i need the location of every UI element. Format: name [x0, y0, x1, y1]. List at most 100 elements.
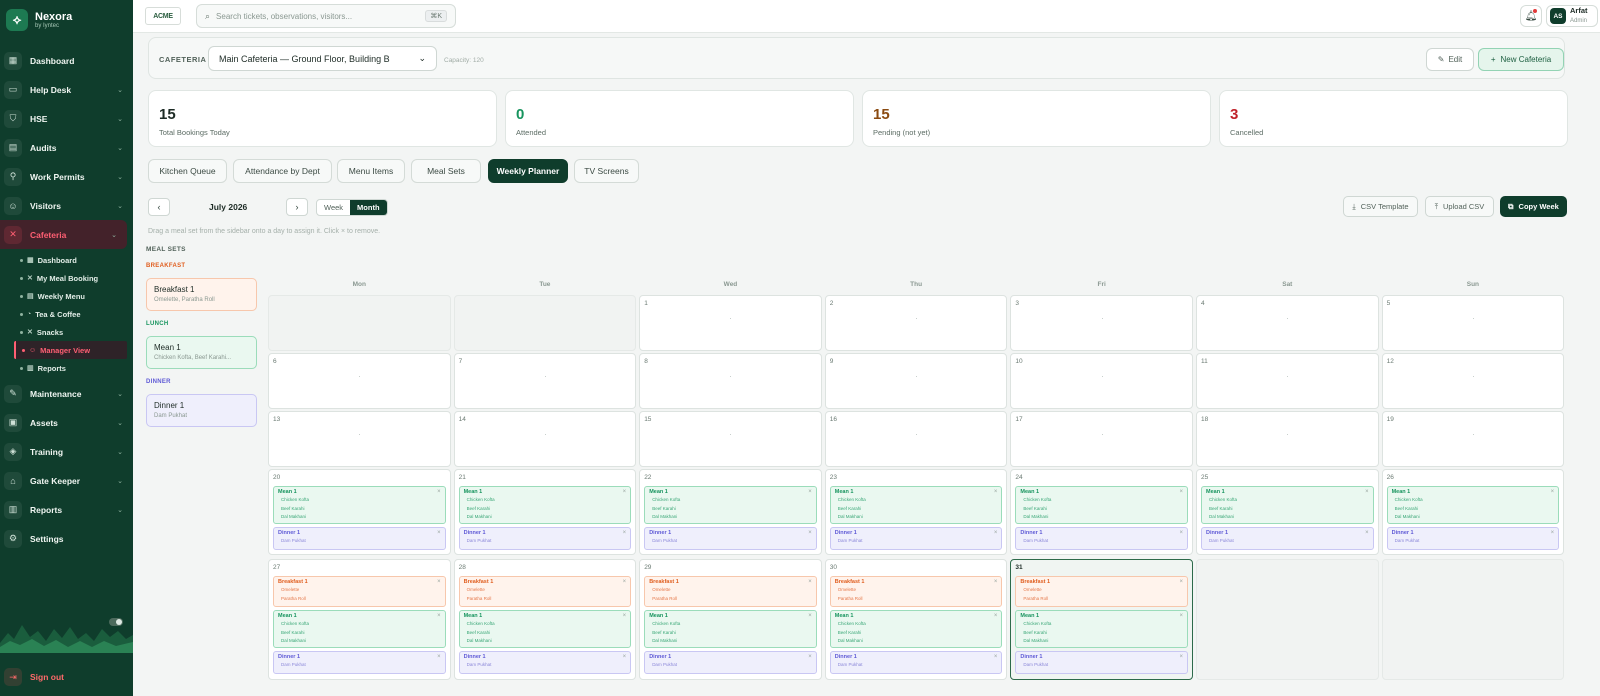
assigned-meal-lunch[interactable]: × Mean 1 Chicken Kofta Beef Karahi Dal Makha…	[829, 610, 1003, 648]
assigned-meal-lunch[interactable]: × Mean 1 Chicken Kofta Beef Karahi Dal Makha…	[644, 486, 817, 524]
assigned-meal-dinner[interactable]: × Dinner 1 Dam Pukhat	[458, 651, 632, 674]
calendar-day-cell[interactable]: 1	[639, 295, 822, 351]
assigned-meal-breakfast[interactable]: × Breakfast 1 Omelette Paratha Roll	[644, 576, 817, 607]
remove-icon[interactable]: ×	[1365, 489, 1369, 495]
remove-icon[interactable]: ×	[808, 654, 812, 660]
remove-icon[interactable]: ×	[1179, 654, 1183, 660]
remove-icon[interactable]: ×	[808, 579, 812, 585]
sign-out-button[interactable]: ⇥ Sign out	[4, 668, 64, 686]
calendar-day-cell[interactable]: 10	[1010, 353, 1193, 409]
assigned-meal-dinner[interactable]: × Dinner 1 Dam Pukhat	[1386, 527, 1560, 550]
sidebar-item-workpermits[interactable]: ⚲ Work Permits ⌄	[0, 162, 133, 191]
sidebar-item-audits[interactable]: ▤ Audits ⌄	[0, 133, 133, 162]
submenu-item-reports[interactable]: ▥ Reports	[0, 359, 133, 377]
assigned-meal-dinner[interactable]: × Dinner 1 Dam Pukhat	[829, 527, 1003, 550]
calendar-day-cell[interactable]: 25 × Mean 1 Chicken Kofta Beef Karahi Dal Mak…	[1196, 469, 1379, 555]
brand[interactable]: ⟡ Nexora by Iyntec	[0, 0, 133, 40]
remove-icon[interactable]: ×	[1551, 530, 1555, 536]
submenu-item-weekly-menu[interactable]: ▤ Weekly Menu	[0, 287, 133, 305]
assigned-meal-dinner[interactable]: × Dinner 1 Dam Pukhat	[644, 527, 817, 550]
user-menu[interactable]: AS Arfat Admin	[1546, 5, 1598, 27]
calendar-day-cell[interactable]: 26 × Mean 1 Chicken Kofta Beef Karahi Dal Mak…	[1381, 469, 1565, 555]
calendar-day-cell[interactable]: 12	[1381, 353, 1565, 409]
calendar-day-cell[interactable]: 21 × Mean 1 Chicken Kofta Beef Karahi Dal Mak…	[453, 469, 637, 555]
assigned-meal-lunch[interactable]: × Mean 1 Chicken Kofta Beef Karahi Dal Makha…	[1015, 610, 1188, 648]
assigned-meal-dinner[interactable]: × Dinner 1 Dam Pukhat	[1015, 527, 1188, 550]
remove-icon[interactable]: ×	[994, 613, 998, 619]
remove-icon[interactable]: ×	[994, 530, 998, 536]
sidebar-item-reports[interactable]: ▥ Reports ⌄	[0, 495, 133, 524]
submenu-item-snacks[interactable]: ✕ Snacks	[0, 323, 133, 341]
remove-icon[interactable]: ×	[437, 489, 441, 495]
assigned-meal-dinner[interactable]: × Dinner 1 Dam Pukhat	[1201, 527, 1374, 550]
company-logo[interactable]: ACME	[145, 7, 181, 25]
meal-set-card[interactable]: Breakfast 1 Omelette, Paratha Roll	[146, 278, 257, 311]
calendar-day-cell[interactable]: 3	[1010, 295, 1193, 351]
remove-icon[interactable]: ×	[1179, 489, 1183, 495]
calendar-day-cell[interactable]: 2	[824, 295, 1008, 351]
calendar-day-cell[interactable]: 15	[639, 411, 822, 467]
sidebar-item-visitors[interactable]: ☺ Visitors ⌄	[0, 191, 133, 220]
assigned-meal-lunch[interactable]: × Mean 1 Chicken Kofta Beef Karahi Dal Makha…	[458, 486, 632, 524]
sidebar-item-assets[interactable]: ▣ Assets ⌄	[0, 408, 133, 437]
remove-icon[interactable]: ×	[994, 489, 998, 495]
remove-icon[interactable]: ×	[623, 579, 627, 585]
remove-icon[interactable]: ×	[1365, 530, 1369, 536]
calendar-day-cell[interactable]: 17	[1010, 411, 1193, 467]
assigned-meal-lunch[interactable]: × Mean 1 Chicken Kofta Beef Karahi Dal Makha…	[273, 486, 446, 524]
assigned-meal-breakfast[interactable]: × Breakfast 1 Omelette Paratha Roll	[829, 576, 1003, 607]
next-month-button[interactable]: ›	[286, 198, 308, 216]
calendar-day-cell[interactable]: 14	[453, 411, 637, 467]
assigned-meal-dinner[interactable]: × Dinner 1 Dam Pukhat	[644, 651, 817, 674]
calendar-day-cell[interactable]: 5	[1381, 295, 1565, 351]
remove-icon[interactable]: ×	[437, 530, 441, 536]
calendar-day-cell[interactable]: 16	[824, 411, 1008, 467]
remove-icon[interactable]: ×	[437, 654, 441, 660]
remove-icon[interactable]: ×	[808, 489, 812, 495]
view-week-button[interactable]: Week	[317, 200, 350, 215]
assigned-meal-lunch[interactable]: × Mean 1 Chicken Kofta Beef Karahi Dal Makha…	[458, 610, 632, 648]
sidebar-item-cafeteria[interactable]: ✕ Cafeteria ⌄	[0, 220, 127, 249]
upload-csv-button[interactable]: ⤒ Upload CSV	[1425, 196, 1494, 217]
theme-toggle[interactable]	[109, 618, 123, 626]
remove-icon[interactable]: ×	[623, 530, 627, 536]
new-cafeteria-button[interactable]: + New Cafeteria	[1478, 48, 1564, 71]
meal-set-card[interactable]: Mean 1 Chicken Kofta, Beef Karahi...	[146, 336, 257, 369]
remove-icon[interactable]: ×	[808, 613, 812, 619]
calendar-day-cell[interactable]: 18	[1196, 411, 1379, 467]
copy-week-button[interactable]: ⧉ Copy Week	[1500, 196, 1567, 217]
remove-icon[interactable]: ×	[623, 654, 627, 660]
sidebar-item-hse[interactable]: ⛉ HSE ⌄	[0, 104, 133, 133]
calendar-day-cell[interactable]: 6	[268, 353, 451, 409]
global-search[interactable]: ⌕ Search tickets, observations, visitors…	[196, 4, 456, 28]
calendar-day-cell[interactable]: 20 × Mean 1 Chicken Kofta Beef Karahi Dal Mak…	[268, 469, 451, 555]
sidebar-item-helpdesk[interactable]: ▭ Help Desk ⌄	[0, 75, 133, 104]
meal-set-card[interactable]: Dinner 1 Dam Pukhat	[146, 394, 257, 427]
assigned-meal-breakfast[interactable]: × Breakfast 1 Omelette Paratha Roll	[1015, 576, 1188, 607]
submenu-item-manager-view[interactable]: ☺ Manager View	[14, 341, 127, 359]
remove-icon[interactable]: ×	[1179, 530, 1183, 536]
prev-month-button[interactable]: ‹	[148, 198, 170, 216]
calendar-day-cell[interactable]: 7	[453, 353, 637, 409]
calendar-day-cell[interactable]: 27 × Breakfast 1 Omelette Paratha Roll × Mean …	[268, 559, 451, 680]
remove-icon[interactable]: ×	[623, 613, 627, 619]
search-input[interactable]: Search tickets, observations, visitors..…	[216, 12, 352, 21]
assigned-meal-breakfast[interactable]: × Breakfast 1 Omelette Paratha Roll	[273, 576, 446, 607]
remove-icon[interactable]: ×	[437, 613, 441, 619]
assigned-meal-dinner[interactable]: × Dinner 1 Dam Pukhat	[273, 651, 446, 674]
assigned-meal-lunch[interactable]: × Mean 1 Chicken Kofta Beef Karahi Dal Makha…	[644, 610, 817, 648]
remove-icon[interactable]: ×	[808, 530, 812, 536]
calendar-day-cell[interactable]: 19	[1381, 411, 1565, 467]
tab-attendance-by-dept[interactable]: Attendance by Dept	[233, 159, 332, 183]
sidebar-item-settings[interactable]: ⚙ Settings	[0, 524, 133, 553]
sidebar-item-gatekeeper[interactable]: ⌂ Gate Keeper ⌄	[0, 466, 133, 495]
submenu-item-my-meal-booking[interactable]: ✕ My Meal Booking	[0, 269, 133, 287]
assigned-meal-dinner[interactable]: × Dinner 1 Dam Pukhat	[458, 527, 632, 550]
remove-icon[interactable]: ×	[994, 654, 998, 660]
cafeteria-select[interactable]: Main Cafeteria — Ground Floor, Building …	[208, 46, 437, 71]
remove-icon[interactable]: ×	[623, 489, 627, 495]
assigned-meal-dinner[interactable]: × Dinner 1 Dam Pukhat	[273, 527, 446, 550]
calendar-day-cell[interactable]: 30 × Breakfast 1 Omelette Paratha Roll × Mean …	[824, 559, 1008, 680]
sidebar-item-dashboard[interactable]: ▦ Dashboard	[0, 46, 133, 75]
tab-kitchen-queue[interactable]: Kitchen Queue	[148, 159, 227, 183]
